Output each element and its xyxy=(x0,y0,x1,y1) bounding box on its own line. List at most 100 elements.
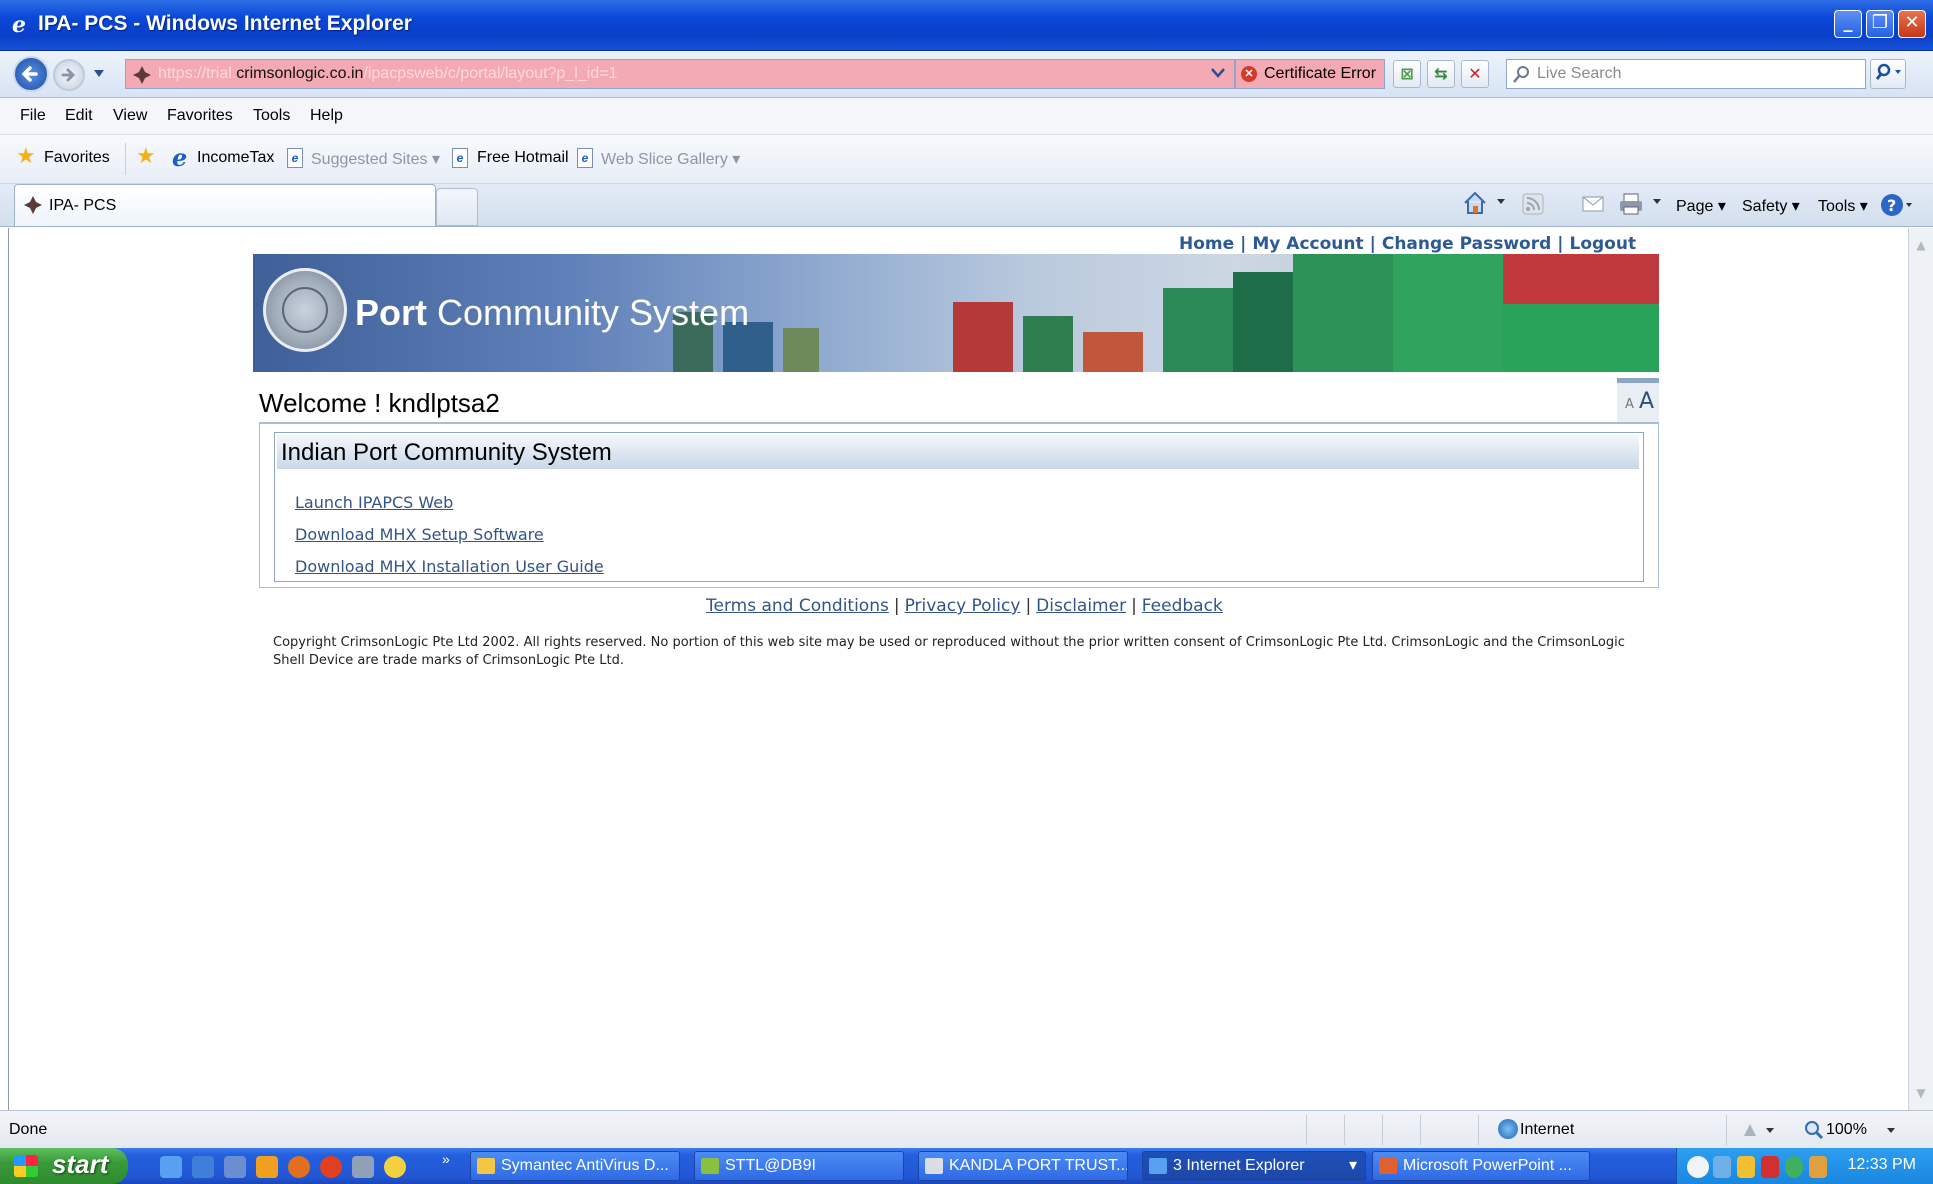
fav-incometax[interactable]: IncomeTax xyxy=(197,149,274,167)
quicklaunch-icon[interactable] xyxy=(320,1156,342,1178)
menu-help[interactable]: Help xyxy=(310,107,343,125)
menu-file[interactable]: File xyxy=(20,107,46,125)
url-scheme: https://trial. xyxy=(158,65,237,82)
page-menu[interactable]: Page ▾ xyxy=(1676,196,1726,216)
minimize-button[interactable]: _ xyxy=(1834,10,1862,38)
restore-button[interactable]: ❐ xyxy=(1866,10,1894,38)
taskbar-clock[interactable]: 12:33 PM xyxy=(1848,1156,1916,1174)
refresh-button[interactable]: ⇆ xyxy=(1427,60,1455,88)
task-group-dropdown-icon[interactable]: ▾ xyxy=(1349,1152,1357,1180)
quicklaunch-icon[interactable] xyxy=(288,1156,310,1178)
new-tab-button[interactable] xyxy=(436,188,478,226)
scroll-up-arrow-icon[interactable]: ▲ xyxy=(1912,236,1930,254)
font-decrease-button[interactable]: A xyxy=(1625,397,1634,412)
tools-command-menu[interactable]: Tools ▾ xyxy=(1818,196,1868,216)
forward-button[interactable] xyxy=(53,59,85,91)
tray-icon[interactable] xyxy=(1809,1156,1827,1178)
task-internet-explorer[interactable]: 3 Internet Explorer ▾ xyxy=(1142,1151,1366,1181)
task-label: Symantec AntiVirus D... xyxy=(501,1157,669,1174)
task-powerpoint[interactable]: Microsoft PowerPoint ... xyxy=(1372,1151,1590,1181)
tray-network-icon[interactable] xyxy=(1713,1156,1731,1178)
print-dropdown-icon[interactable] xyxy=(1652,198,1662,206)
banner-brand-title: Port Community System xyxy=(355,292,749,334)
banner-container-graphic xyxy=(1083,332,1143,372)
quicklaunch-icon[interactable] xyxy=(160,1156,182,1178)
menu-favorites[interactable]: Favorites xyxy=(167,107,233,125)
search-button[interactable] xyxy=(1870,59,1906,89)
link-terms[interactable]: Terms and Conditions xyxy=(706,596,889,616)
task-label: Microsoft PowerPoint ... xyxy=(1403,1157,1572,1174)
tab-ipa-pcs[interactable]: IPA- PCS xyxy=(14,184,436,226)
separator: | xyxy=(1557,234,1564,254)
status-divider xyxy=(1420,1115,1421,1145)
certificate-error-button[interactable]: ✕ Certificate Error xyxy=(1235,59,1385,89)
tray-icon[interactable] xyxy=(1737,1156,1755,1178)
link-disclaimer[interactable]: Disclaimer xyxy=(1036,596,1126,616)
link-change-password[interactable]: Change Password xyxy=(1382,234,1551,254)
tray-expand-icon[interactable] xyxy=(1687,1156,1709,1178)
quicklaunch-icon[interactable] xyxy=(256,1156,278,1178)
help-icon[interactable]: ? xyxy=(1880,192,1914,218)
banner-container-graphic xyxy=(783,328,819,372)
window-titlebar: e IPA- PCS - Windows Internet Explorer _… xyxy=(0,0,1933,51)
search-input[interactable]: Live Search xyxy=(1506,59,1866,89)
home-dropdown-icon[interactable] xyxy=(1496,198,1506,206)
task-sttl[interactable]: STTL@DB9I xyxy=(694,1151,904,1181)
task-label: STTL@DB9I xyxy=(725,1157,816,1174)
tray-icon[interactable] xyxy=(1785,1156,1803,1178)
fav-free-hotmail[interactable]: Free Hotmail xyxy=(477,149,569,167)
status-divider xyxy=(1306,1115,1307,1145)
menu-edit[interactable]: Edit xyxy=(65,107,93,125)
suggested-sites-icon: e xyxy=(287,148,303,168)
menu-view[interactable]: View xyxy=(113,107,147,125)
scroll-down-arrow-icon[interactable]: ▼ xyxy=(1912,1084,1930,1102)
quicklaunch-ie-icon[interactable] xyxy=(192,1156,214,1178)
stop-button[interactable]: ✕ xyxy=(1461,60,1489,88)
quicklaunch-icon[interactable] xyxy=(384,1156,406,1178)
home-icon[interactable] xyxy=(1462,190,1488,216)
fav-web-slice-gallery[interactable]: Web Slice Gallery ▾ xyxy=(601,149,740,169)
status-divider xyxy=(1478,1115,1479,1145)
task-label: 3 Internet Explorer xyxy=(1173,1157,1305,1174)
banner-brand-bold: Port xyxy=(355,292,427,333)
compatibility-view-button[interactable]: ⊠ xyxy=(1393,60,1421,88)
link-feedback[interactable]: Feedback xyxy=(1142,596,1223,616)
banner-container-graphic xyxy=(1233,272,1293,372)
url-path: /ipacpsweb/c/portal/layout?p_l_id=1 xyxy=(363,65,618,82)
link-privacy[interactable]: Privacy Policy xyxy=(905,596,1021,616)
menu-tools[interactable]: Tools xyxy=(253,107,290,125)
recent-pages-dropdown-icon[interactable] xyxy=(93,69,105,79)
close-window-button[interactable]: ✕ xyxy=(1898,10,1926,38)
address-dropdown-button[interactable] xyxy=(1207,60,1229,88)
link-download-mhx-guide[interactable]: Download MHX Installation User Guide xyxy=(295,557,604,576)
favorites-button[interactable]: Favorites xyxy=(44,149,110,167)
internet-zone-globe-icon xyxy=(1498,1119,1518,1139)
back-button[interactable] xyxy=(13,56,49,92)
task-kandla-port-trust[interactable]: KANDLA PORT TRUST... xyxy=(918,1151,1128,1181)
start-button[interactable]: start xyxy=(0,1148,128,1184)
tray-icon[interactable] xyxy=(1761,1156,1779,1178)
quicklaunch-icon[interactable] xyxy=(352,1156,374,1178)
link-my-account[interactable]: My Account xyxy=(1252,234,1363,254)
zoom-level[interactable]: 100% xyxy=(1826,1121,1867,1139)
link-download-mhx-setup[interactable]: Download MHX Setup Software xyxy=(295,525,544,544)
protected-mode-icon[interactable] xyxy=(1740,1120,1776,1140)
font-increase-button[interactable]: A xyxy=(1639,389,1654,414)
link-launch-ipapcs-web[interactable]: Launch IPAPCS Web xyxy=(295,493,453,512)
quicklaunch-icon[interactable] xyxy=(224,1156,246,1178)
link-home[interactable]: Home xyxy=(1179,234,1234,254)
feeds-icon[interactable] xyxy=(1522,193,1544,215)
link-logout[interactable]: Logout xyxy=(1569,234,1636,254)
task-symantec[interactable]: Symantec AntiVirus D... xyxy=(470,1151,680,1181)
portlet-title: Indian Port Community System xyxy=(281,439,612,466)
quicklaunch-more-icon[interactable]: » xyxy=(442,1151,450,1167)
print-icon[interactable] xyxy=(1618,192,1644,216)
zoom-dropdown-icon[interactable] xyxy=(1886,1127,1896,1135)
safety-menu[interactable]: Safety ▾ xyxy=(1742,196,1800,216)
read-mail-icon[interactable] xyxy=(1582,194,1604,214)
vertical-scrollbar[interactable]: ▲ ▼ xyxy=(1908,228,1933,1110)
address-bar[interactable]: https://trial.crimsonlogic.co.in/ipacpsw… xyxy=(125,59,1235,89)
search-icon xyxy=(1513,66,1529,83)
fav-suggested-sites[interactable]: Suggested Sites ▾ xyxy=(311,149,440,169)
add-to-favorites-icon[interactable]: ★ xyxy=(136,143,156,169)
